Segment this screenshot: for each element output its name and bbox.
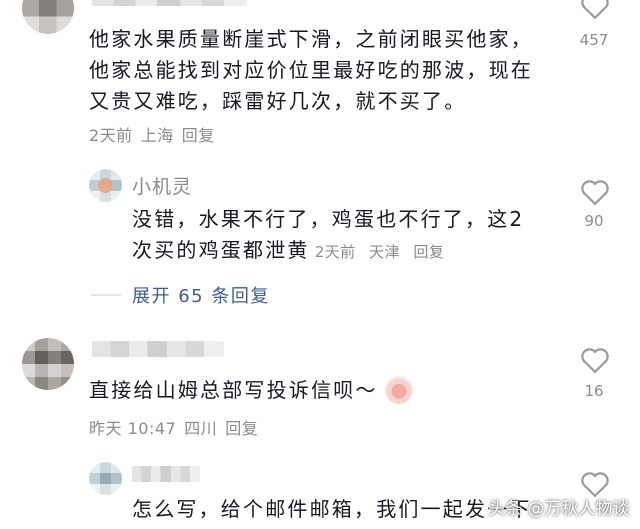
reply-text: 次买的鸡蛋都泄黄 bbox=[132, 238, 310, 262]
comment-time: 2天前 bbox=[89, 126, 133, 145]
comment-meta: 2天前 上海 回复 bbox=[89, 122, 215, 146]
comment-text-line: 他家水果质量断崖式下滑，之前闭眼买他家， bbox=[89, 27, 533, 51]
comment-text: 怎么写，给个邮件邮箱，我们一起发一下 bbox=[132, 497, 532, 521]
reply-meta: 2天前 天津 回复 bbox=[315, 243, 445, 261]
like-count: 90 bbox=[584, 212, 604, 230]
reply-text-line-with-meta: 次买的鸡蛋都泄黄 2天前 天津 回复 bbox=[132, 235, 444, 266]
comment-location: 四川 bbox=[184, 419, 218, 438]
watermark: 头条 @万秋人物谈 bbox=[488, 499, 630, 519]
commenter-name-pixelated[interactable] bbox=[92, 0, 247, 6]
reply-avatar[interactable] bbox=[89, 169, 122, 202]
reply-button[interactable]: 回复 bbox=[413, 243, 444, 261]
comment-time: 昨天 10:47 bbox=[89, 419, 177, 438]
comment-location: 上海 bbox=[140, 126, 174, 145]
reply-location: 天津 bbox=[369, 243, 401, 261]
reply-text-line: 没错，水果不行了，鸡蛋也不行了，这2 bbox=[132, 207, 525, 231]
commenter-name-pixelated[interactable] bbox=[132, 466, 200, 482]
reply-button[interactable]: 回复 bbox=[182, 126, 215, 145]
comment-text: 直接给山姆总部写投诉信呗～ bbox=[89, 378, 378, 402]
expand-replies-button[interactable]: 展开 65 条回复 bbox=[132, 282, 270, 308]
comment-meta: 昨天 10:47 四川 回复 bbox=[89, 415, 258, 439]
comment-text-line: 他家总能找到对应价位里最好吃的那波，现在 bbox=[89, 58, 533, 82]
commenter-avatar[interactable] bbox=[89, 462, 122, 495]
like-heart-icon[interactable] bbox=[580, 346, 610, 374]
like-count: 16 bbox=[584, 382, 604, 400]
like-count: 457 bbox=[579, 31, 609, 49]
expand-divider bbox=[91, 294, 121, 296]
reply-button[interactable]: 回复 bbox=[225, 419, 258, 438]
like-heart-icon[interactable] bbox=[580, 0, 610, 20]
reply-username[interactable]: 小机灵 bbox=[132, 172, 192, 199]
reply-time: 2天前 bbox=[314, 243, 356, 261]
commenter-avatar[interactable] bbox=[22, 338, 74, 390]
emoji-sticker-icon bbox=[385, 376, 413, 404]
comment-text-line: 又贵又难吃，踩雷好几次，就不买了。 bbox=[89, 89, 467, 113]
commenter-avatar[interactable] bbox=[22, 0, 74, 34]
commenter-name-pixelated[interactable] bbox=[92, 341, 224, 357]
like-heart-icon[interactable] bbox=[580, 178, 610, 206]
